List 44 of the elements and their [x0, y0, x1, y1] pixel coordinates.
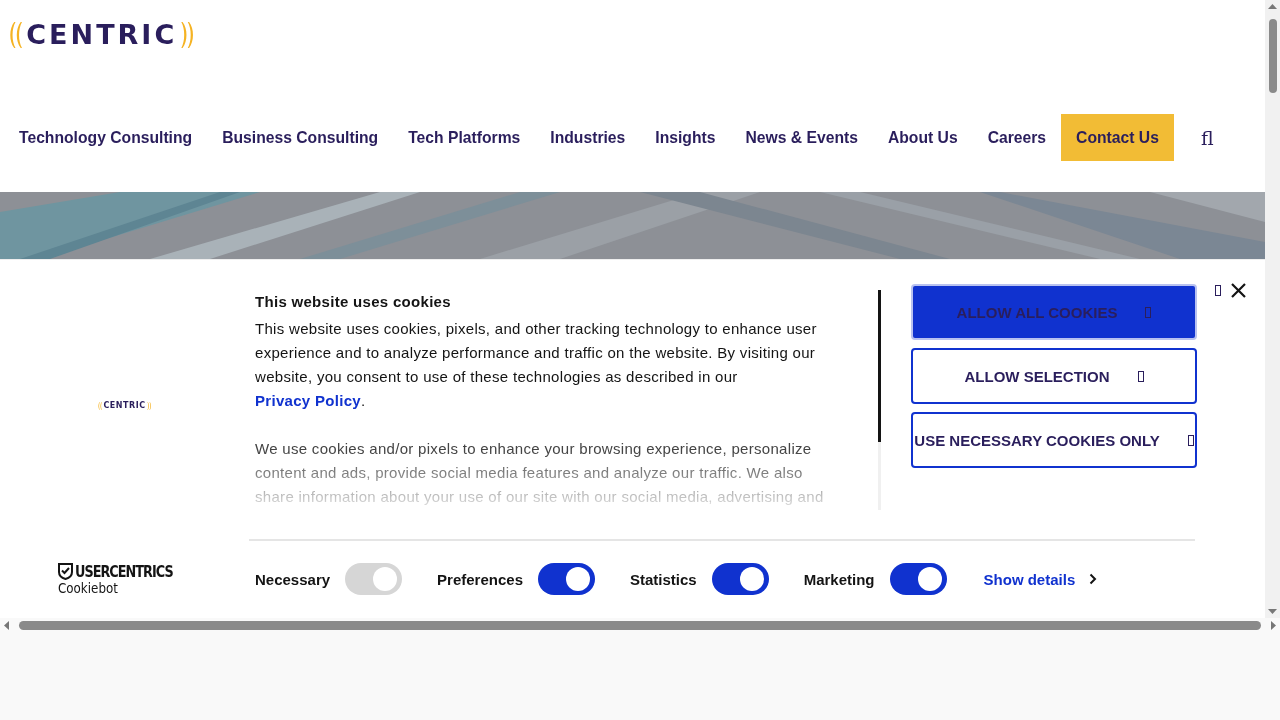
toggle-switch[interactable]	[889, 563, 947, 595]
glyph-icon	[1187, 434, 1194, 446]
toggle-label: Statistics	[630, 570, 697, 588]
nav-link[interactable]: News & Events	[730, 114, 873, 161]
nav-link[interactable]: Industries	[535, 114, 641, 161]
scrollbar[interactable]	[878, 290, 881, 510]
privacy-link[interactable]: Privacy Policy	[255, 392, 361, 409]
nav-link[interactable]: Business Consulting	[207, 114, 394, 161]
close-icon[interactable]	[1231, 282, 1246, 298]
arc-icon	[180, 22, 195, 48]
nav-link[interactable]: Tech Platforms	[393, 114, 536, 161]
contact-button[interactable]: Contact Us	[1061, 114, 1174, 161]
scroll-right-icon[interactable]	[1271, 620, 1276, 630]
nav-link[interactable]: Technology Consulting	[4, 114, 208, 161]
search-icon[interactable]: fl	[1200, 126, 1214, 149]
scroll-down-icon[interactable]	[1268, 609, 1277, 614]
shield-icon	[57, 563, 73, 580]
toggle-switch[interactable]	[538, 563, 595, 595]
cookie-details-text: We use cookies and/or pixels to enhance your browsing experience, personalize content and ads, provide social media features and analyze our traffic. We also share information about your use of our site with our social media, advertising and	[255, 439, 825, 507]
logo-text: CENTRIC	[103, 401, 146, 410]
nav-link[interactable]: Careers	[972, 114, 1062, 161]
logo-text[interactable]: CENTRIC	[26, 18, 178, 52]
nav-link[interactable]: Insights	[640, 114, 731, 161]
product-name: Cookiebot	[57, 580, 119, 596]
nav-link[interactable]: About Us	[872, 114, 973, 161]
toggle-label: Necessary	[255, 570, 331, 588]
show-details-link[interactable]: Show details	[983, 570, 1076, 588]
glyph-icon	[1145, 306, 1152, 318]
dialog-title: This website uses cookies	[255, 293, 452, 311]
cookie-button[interactable]: USE NECESSARY COOKIES ONLY	[911, 412, 1197, 468]
arc-icon	[98, 401, 103, 410]
toggle-label: Marketing	[803, 570, 875, 588]
toggle-switch[interactable]	[711, 563, 769, 595]
glyph-icon	[1215, 284, 1221, 296]
brand-name: USERCENTRICS	[74, 563, 173, 580]
chevron-icon[interactable]	[1089, 573, 1098, 585]
cookie-button[interactable]: ALLOW SELECTION	[911, 348, 1197, 404]
glyph-icon	[1137, 370, 1144, 382]
cookie-description: This website uses cookies, pixels, and other tracking technology to enhance user experience and to analyze performance and traffic on the website. By visiting our website, you consent to use of these technologies as described in our Privacy Policy.	[255, 319, 818, 411]
toggle-label: Preferences	[437, 570, 523, 588]
scroll-left-icon[interactable]	[4, 620, 9, 630]
arc-icon	[9, 22, 24, 48]
scroll-up-icon[interactable]	[1268, 4, 1277, 9]
arc-icon	[146, 401, 151, 410]
